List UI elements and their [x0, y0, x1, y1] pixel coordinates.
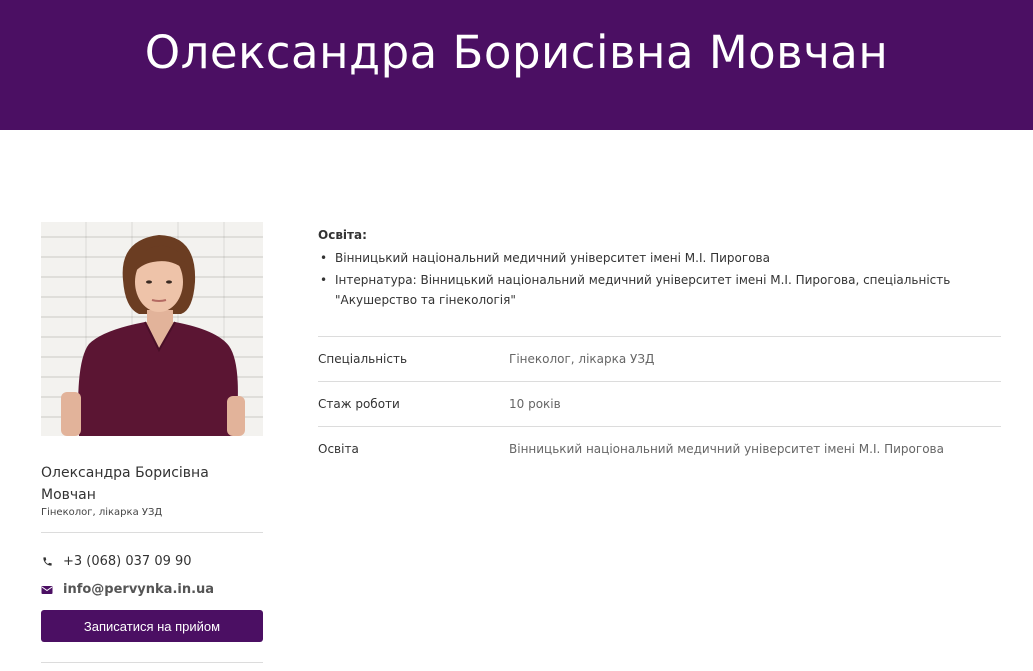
- detail-key: Спеціальність: [318, 352, 408, 366]
- detail-value: Вінницький національний медичний універс…: [509, 442, 944, 456]
- details-table: Спеціальність Гінеколог, лікарка УЗД Ста…: [318, 336, 1001, 471]
- phone-link[interactable]: +3 (068) 037 09 90: [41, 554, 263, 569]
- book-appointment-button[interactable]: Записатися на прийом: [41, 610, 263, 642]
- detail-value: Гінеколог, лікарка УЗД: [509, 352, 655, 366]
- doctor-role: Гінеколог, лікарка УЗД: [41, 507, 163, 518]
- list-item: Вінницький національний медичний універс…: [318, 248, 1001, 268]
- page-title: Олександра Борисівна Мовчан: [144, 25, 889, 79]
- education-title: Освіта:: [318, 228, 367, 242]
- doctor-photo: [41, 222, 263, 436]
- divider: [41, 662, 263, 663]
- mail-icon: [41, 584, 53, 596]
- doctor-details: Освіта: Вінницький національний медичний…: [318, 228, 1001, 471]
- page-hero: Олександра Борисівна Мовчан: [0, 0, 1033, 130]
- table-row: Спеціальність Гінеколог, лікарка УЗД: [318, 337, 1001, 382]
- detail-key: Освіта: [318, 442, 359, 456]
- education-list: Вінницький національний медичний універс…: [318, 248, 1001, 310]
- detail-key: Стаж роботи: [318, 397, 400, 411]
- table-row: Стаж роботи 10 років: [318, 382, 1001, 427]
- table-row: Освіта Вінницький національний медичний …: [318, 427, 1001, 471]
- detail-value: 10 років: [509, 397, 561, 411]
- email-link[interactable]: info@pervynka.in.ua: [41, 582, 263, 597]
- doctor-name: Олександра Борисівна Мовчан: [41, 465, 209, 503]
- email-address: info@pervynka.in.ua: [63, 582, 215, 597]
- doctor-portrait-illustration: [61, 235, 245, 436]
- divider: [41, 532, 263, 533]
- phone-icon: [41, 556, 53, 568]
- phone-number: +3 (068) 037 09 90: [63, 554, 192, 569]
- list-item: Інтернатура: Вінницький національний мед…: [318, 270, 1001, 310]
- doctor-card: Олександра Борисівна Мовчан Гінеколог, л…: [41, 222, 263, 663]
